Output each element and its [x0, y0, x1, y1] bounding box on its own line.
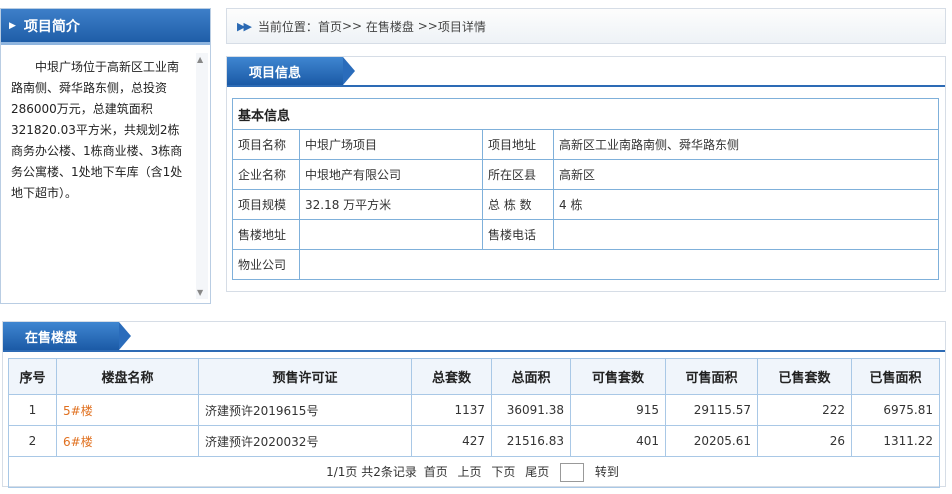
project-info-title: 项目信息 — [249, 65, 302, 81]
table-header-row: 序号 楼盘名称 预售许可证 总套数 总面积 可售套数 可售面积 已售套数 已售面… — [8, 358, 940, 395]
permit-number: 济建预许2019615号 — [198, 394, 412, 426]
info-label: 项目地址 — [482, 129, 554, 160]
info-row: 售楼地址 售楼电话 — [232, 219, 939, 250]
available-area: 20205.61 — [665, 425, 758, 457]
table-row: 2 6#楼 济建预许2020032号 427 21516.83 401 2020… — [8, 425, 940, 457]
triangle-right-icon: ▶ — [9, 20, 16, 31]
breadcrumb-separator: >> — [417, 19, 438, 33]
column-header: 楼盘名称 — [56, 358, 199, 395]
info-label: 售楼电话 — [482, 219, 554, 250]
info-value — [299, 219, 483, 250]
scroll-up-icon[interactable]: ▲ — [197, 55, 203, 64]
info-row: 企业名称 中垠地产有限公司 所在区县 高新区 — [232, 159, 939, 190]
pagination: 1/1页 共2条记录 首页 上页 下页 尾页 转到 — [8, 456, 940, 488]
info-label: 项目名称 — [232, 129, 300, 160]
info-row: 物业公司 — [232, 249, 939, 280]
row-number: 1 — [8, 394, 57, 426]
column-header: 序号 — [8, 358, 57, 395]
column-header: 已售套数 — [757, 358, 852, 395]
onsale-bar: 在售楼盘 — [3, 322, 945, 352]
project-info-tab: 项目信息 — [227, 57, 355, 85]
breadcrumb-onsale-link[interactable]: 在售楼盘 — [366, 18, 414, 35]
project-intro-panel: ▶ 项目简介 中垠广场位于高新区工业南路南侧、舜华路东侧，总投资286000万元… — [0, 8, 211, 304]
total-area: 21516.83 — [491, 425, 571, 457]
first-page-link[interactable]: 首页 — [424, 465, 448, 479]
info-value — [553, 219, 939, 250]
building-link[interactable]: 5#楼 — [63, 404, 93, 418]
intro-scrollbar[interactable]: ▲ ▼ — [196, 53, 208, 299]
project-info-bar: 项目信息 — [227, 57, 945, 87]
onsale-box: 在售楼盘 序号 楼盘名称 预售许可证 总套数 总面积 可售套数 可售面积 已售套… — [2, 321, 946, 488]
intro-text: 中垠广场位于高新区工业南路南侧、舜华路东侧，总投资286000万元，总建筑面积3… — [11, 60, 183, 200]
info-label: 物业公司 — [232, 249, 300, 280]
intro-title: 项目简介 — [23, 18, 80, 35]
onsale-tab: 在售楼盘 — [3, 322, 131, 350]
column-header: 可售套数 — [570, 358, 666, 395]
column-header: 总面积 — [491, 358, 571, 395]
info-value: 中垠广场项目 — [299, 129, 483, 160]
building-link[interactable]: 6#楼 — [63, 435, 93, 449]
sold-area: 1311.22 — [851, 425, 940, 457]
info-label: 所在区县 — [482, 159, 554, 190]
column-header: 总套数 — [411, 358, 492, 395]
sold-units: 222 — [757, 394, 852, 426]
info-value: 高新区 — [553, 159, 939, 190]
page-number-input[interactable] — [560, 462, 585, 482]
total-units: 427 — [411, 425, 492, 457]
permit-number: 济建预许2020032号 — [198, 425, 412, 457]
info-label: 总 栋 数 — [482, 189, 554, 220]
available-area: 29115.57 — [665, 394, 758, 426]
column-header: 可售面积 — [665, 358, 758, 395]
project-info-box: 项目信息 基本信息 项目名称 中垠广场项目 项目地址 高新区工业南路南侧、舜华路… — [226, 56, 946, 292]
onsale-title: 在售楼盘 — [25, 330, 78, 346]
info-value: 32.18 万平方米 — [299, 189, 483, 220]
info-row: 项目名称 中垠广场项目 项目地址 高新区工业南路南侧、舜华路东侧 — [232, 129, 939, 160]
scroll-down-icon[interactable]: ▼ — [197, 288, 203, 297]
info-label: 售楼地址 — [232, 219, 300, 250]
onsale-table: 序号 楼盘名称 预售许可证 总套数 总面积 可售套数 可售面积 已售套数 已售面… — [8, 358, 940, 488]
breadcrumb-separator: >> — [341, 19, 363, 33]
prev-page-link[interactable]: 上页 — [458, 465, 482, 479]
pager-summary: 1/1页 共2条记录 — [326, 464, 417, 479]
basic-info-table: 基本信息 项目名称 中垠广场项目 项目地址 高新区工业南路南侧、舜华路东侧 企业… — [232, 98, 939, 280]
pager-row: 1/1页 共2条记录 首页 上页 下页 尾页 转到 — [8, 456, 940, 488]
breadcrumb-current: 项目详情 — [437, 19, 486, 34]
breadcrumb-home-link[interactable]: 首页 — [318, 18, 342, 35]
go-to-page-link[interactable]: 转到 — [595, 465, 619, 479]
info-label: 项目规模 — [232, 189, 300, 220]
table-row: 1 5#楼 济建预许2019615号 1137 36091.38 915 291… — [8, 394, 940, 426]
intro-header: ▶ 项目简介 — [1, 9, 210, 45]
last-page-link[interactable]: 尾页 — [525, 465, 549, 479]
total-area: 36091.38 — [491, 394, 571, 426]
row-number: 2 — [8, 425, 57, 457]
column-header: 已售面积 — [851, 358, 940, 395]
sold-units: 26 — [757, 425, 852, 457]
info-value: 中垠地产有限公司 — [299, 159, 483, 190]
double-arrow-icon: ▶▶ — [237, 19, 252, 33]
available-units: 915 — [570, 394, 666, 426]
sold-area: 6975.81 — [851, 394, 940, 426]
total-units: 1137 — [411, 394, 492, 426]
breadcrumb-prefix: 当前位置： — [257, 19, 318, 34]
info-row: 项目规模 32.18 万平方米 总 栋 数 4 栋 — [232, 189, 939, 220]
basic-info-caption: 基本信息 — [232, 98, 939, 130]
breadcrumb: ▶▶ 当前位置： 首页 >> 在售楼盘 >> 项目详情 — [226, 8, 946, 44]
info-value — [299, 249, 939, 280]
column-header: 预售许可证 — [198, 358, 412, 395]
info-value: 4 栋 — [553, 189, 939, 220]
info-label: 企业名称 — [232, 159, 300, 190]
next-page-link[interactable]: 下页 — [491, 465, 515, 479]
available-units: 401 — [570, 425, 666, 457]
info-value: 高新区工业南路南侧、舜华路东侧 — [553, 129, 939, 160]
